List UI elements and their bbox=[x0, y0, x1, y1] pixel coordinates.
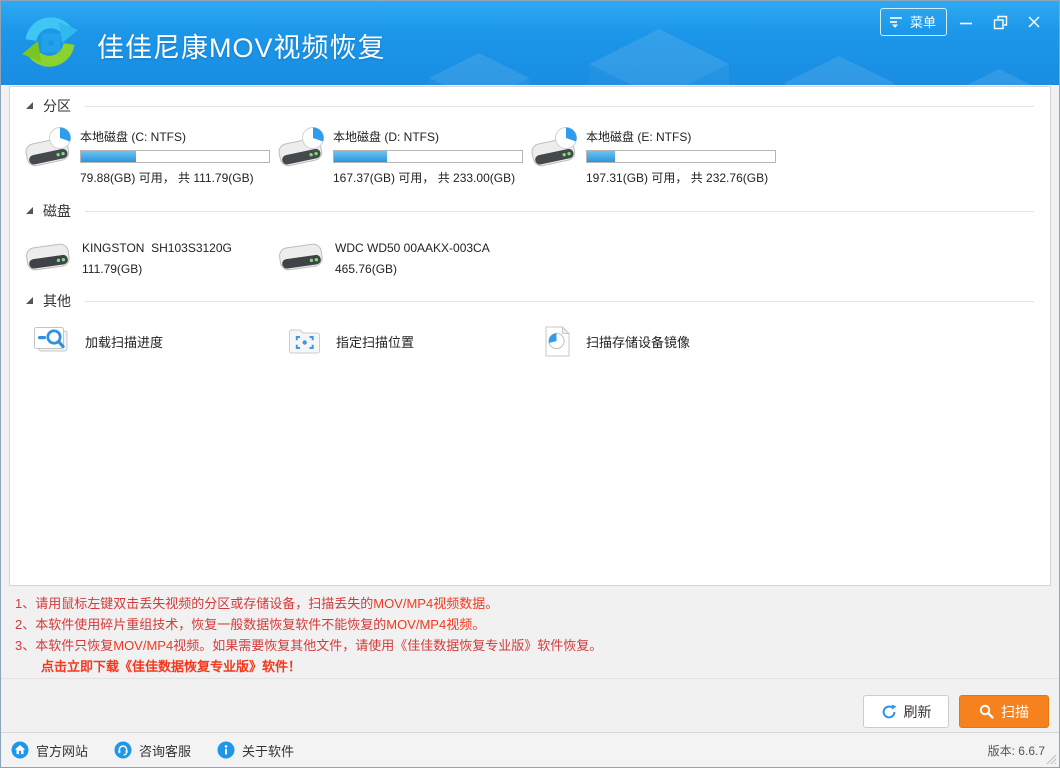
close-icon bbox=[1027, 15, 1041, 29]
hard-disk-icon bbox=[277, 238, 325, 278]
refresh-button[interactable]: 刷新 bbox=[863, 695, 949, 728]
note-line-3: 3、本软件只恢复MOV/MP4视频。如果需要恢复其他文件，请使用《佳佳数据恢复专… bbox=[15, 635, 602, 656]
disk-name: KINGSTON SH103S3120G bbox=[82, 241, 232, 255]
refresh-icon bbox=[881, 704, 897, 720]
expander-icon bbox=[26, 207, 33, 214]
partition-disk-icon bbox=[530, 125, 582, 173]
download-pro-link[interactable]: 点击立即下载《佳佳数据恢复专业版》软件！ bbox=[15, 656, 602, 677]
section-title: 其他 bbox=[43, 291, 71, 311]
section-divider bbox=[85, 301, 1034, 302]
disk-item-kingston[interactable]: KINGSTON SH103S3120G 111.79(GB) bbox=[24, 238, 277, 278]
footer-link-label: 咨询客服 bbox=[139, 741, 191, 760]
section-divider bbox=[85, 211, 1034, 212]
app-logo-icon bbox=[18, 10, 82, 74]
load-scan-progress-option[interactable]: 加载扫描进度 bbox=[24, 322, 280, 360]
about-software-link[interactable]: 关于软件 bbox=[217, 741, 294, 760]
other-options-list: 加载扫描进度 指定扫描位置 bbox=[24, 322, 1034, 360]
section-header-disks[interactable]: 磁盘 bbox=[24, 200, 1034, 222]
section-divider bbox=[85, 106, 1034, 107]
app-window: 佳佳尼康MOV视频恢复 菜单 bbox=[0, 0, 1060, 768]
menu-label: 菜单 bbox=[910, 12, 936, 31]
partition-capacity: 197.31(GB) 可用， 共 232.76(GB) bbox=[586, 169, 776, 186]
notes: 1、请用鼠标左键双击丢失视频的分区或存储设备，扫描丢失的MOV/MP4视频数据。… bbox=[15, 593, 602, 677]
note-line-2: 2、本软件使用碎片重组技术，恢复一般数据恢复软件不能恢复的MOV/MP4视频。 bbox=[15, 614, 602, 635]
partition-item-e[interactable]: 本地磁盘 (E: NTFS) 197.31(GB) 可用， 共 232.76(G… bbox=[530, 125, 783, 186]
close-button[interactable] bbox=[1019, 11, 1049, 33]
minimize-button[interactable] bbox=[951, 11, 981, 33]
disk-name: WDC WD50 00AAKX-003CA bbox=[335, 241, 490, 255]
partition-name: 本地磁盘 (D: NTFS) bbox=[333, 128, 523, 145]
partition-disk-icon bbox=[277, 125, 329, 173]
version-label: 版本: 6.6.7 bbox=[988, 742, 1045, 759]
menu-button[interactable]: 菜单 bbox=[880, 8, 947, 36]
disk-list: KINGSTON SH103S3120G 111.79(GB) WDC WD50… bbox=[24, 238, 1034, 278]
usage-bar bbox=[586, 150, 776, 163]
choose-scan-location-option[interactable]: 指定扫描位置 bbox=[280, 322, 536, 360]
scan-label: 扫描 bbox=[1001, 702, 1029, 722]
option-label: 加载扫描进度 bbox=[85, 332, 163, 351]
partition-item-c[interactable]: 本地磁盘 (C: NTFS) 79.88(GB) 可用， 共 111.79(GB… bbox=[24, 125, 277, 186]
hard-disk-icon bbox=[24, 238, 72, 278]
scan-search-icon bbox=[979, 704, 994, 719]
home-icon bbox=[11, 741, 29, 759]
footer-link-label: 关于软件 bbox=[242, 741, 294, 760]
partition-name: 本地磁盘 (E: NTFS) bbox=[586, 128, 776, 145]
partition-capacity: 79.88(GB) 可用， 共 111.79(GB) bbox=[80, 169, 270, 186]
scan-device-image-icon bbox=[544, 325, 571, 358]
option-label: 扫描存储设备镜像 bbox=[586, 332, 690, 351]
menu-icon bbox=[889, 15, 904, 28]
section-title: 磁盘 bbox=[43, 201, 71, 221]
scan-button[interactable]: 扫描 bbox=[959, 695, 1049, 728]
minimize-icon bbox=[959, 15, 973, 29]
window-controls: 菜单 bbox=[880, 8, 1049, 36]
support-icon bbox=[114, 741, 132, 759]
titlebar: 佳佳尼康MOV视频恢复 菜单 bbox=[1, 1, 1059, 85]
section-header-other[interactable]: 其他 bbox=[24, 290, 1034, 312]
resize-grip[interactable] bbox=[1045, 753, 1057, 765]
scan-device-image-option[interactable]: 扫描存储设备镜像 bbox=[536, 322, 792, 360]
section-header-partitions[interactable]: 分区 bbox=[24, 95, 1034, 117]
partition-disk-icon bbox=[24, 125, 76, 173]
divider bbox=[1, 678, 1059, 679]
customer-support-link[interactable]: 咨询客服 bbox=[114, 741, 191, 760]
choose-scan-location-icon bbox=[288, 327, 321, 355]
footer-link-label: 官方网站 bbox=[36, 741, 88, 760]
official-website-link[interactable]: 官方网站 bbox=[11, 741, 88, 760]
partition-item-d[interactable]: 本地磁盘 (D: NTFS) 167.37(GB) 可用， 共 233.00(G… bbox=[277, 125, 530, 186]
disk-capacity: 465.76(GB) bbox=[335, 262, 490, 276]
maximize-button[interactable] bbox=[985, 11, 1015, 33]
section-title: 分区 bbox=[43, 96, 71, 116]
usage-bar-fill bbox=[334, 151, 387, 162]
note-line-1: 1、请用鼠标左键双击丢失视频的分区或存储设备，扫描丢失的MOV/MP4视频数据。 bbox=[15, 593, 602, 614]
disk-capacity: 111.79(GB) bbox=[82, 262, 232, 276]
expander-icon bbox=[26, 102, 33, 109]
expander-icon bbox=[26, 297, 33, 304]
disk-item-wdc[interactable]: WDC WD50 00AAKX-003CA 465.76(GB) bbox=[277, 238, 530, 278]
partition-capacity: 167.37(GB) 可用， 共 233.00(GB) bbox=[333, 169, 523, 186]
load-scan-progress-icon bbox=[32, 322, 70, 360]
usage-bar-fill bbox=[81, 151, 136, 162]
footer: 官方网站 咨询客服 关于软件 版本: 6.6.7 bbox=[1, 732, 1059, 767]
partition-list: 本地磁盘 (C: NTFS) 79.88(GB) 可用， 共 111.79(GB… bbox=[24, 125, 1034, 186]
refresh-label: 刷新 bbox=[904, 702, 932, 722]
usage-bar bbox=[333, 150, 523, 163]
maximize-icon bbox=[993, 15, 1008, 30]
device-panel: 分区 本地磁盘 (C: NTFS) 79.88(GB) 可用， 共 1 bbox=[9, 86, 1051, 586]
usage-bar bbox=[80, 150, 270, 163]
usage-bar-fill bbox=[587, 151, 615, 162]
app-title: 佳佳尼康MOV视频恢复 bbox=[97, 26, 386, 65]
option-label: 指定扫描位置 bbox=[336, 332, 414, 351]
about-icon bbox=[217, 741, 235, 759]
partition-name: 本地磁盘 (C: NTFS) bbox=[80, 128, 270, 145]
